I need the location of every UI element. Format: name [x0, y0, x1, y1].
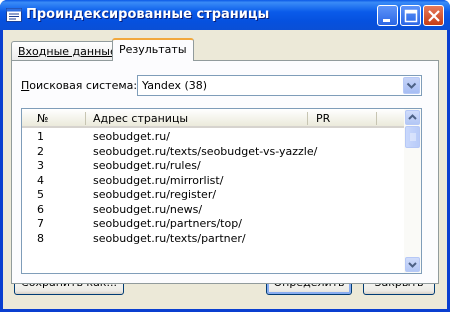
row-number: 2 — [37, 144, 44, 158]
vertical-scrollbar[interactable] — [404, 109, 421, 273]
list-window-icon — [6, 7, 22, 23]
row-url: seobudget.ru/mirrorlist/ — [93, 173, 224, 187]
row-number: 6 — [37, 202, 44, 216]
search-engine-label: Поисковая система: — [21, 79, 138, 92]
list-item[interactable]: 3 seobudget.ru/rules/ — [22, 159, 405, 174]
dialog-client-area: Входные данные Результаты Поисковая сист… — [3, 30, 447, 309]
column-separator[interactable] — [376, 112, 377, 125]
scroll-up-button[interactable] — [405, 110, 420, 125]
search-engine-select[interactable]: Yandex (38) — [137, 75, 422, 96]
maximize-icon — [404, 9, 418, 23]
list-header: № Адрес страницы PR — [22, 109, 405, 128]
column-separator[interactable] — [85, 112, 86, 125]
chevron-up-icon — [408, 114, 417, 120]
close-icon — [428, 10, 440, 22]
column-separator[interactable] — [307, 112, 308, 125]
window-title: Проиндексированные страницы — [26, 7, 270, 22]
row-number: 1 — [37, 130, 44, 143]
list-item[interactable]: 8 seobudget.ru/texts/partner/ — [22, 232, 405, 247]
scroll-down-button[interactable] — [405, 257, 420, 272]
search-engine-value: Yandex (38) — [142, 79, 208, 92]
column-header-number[interactable]: № — [37, 112, 48, 125]
minimize-button[interactable] — [377, 5, 398, 26]
minimize-icon — [383, 19, 390, 22]
row-url: seobudget.ru/rules/ — [93, 159, 201, 172]
tab-label: Результаты — [119, 43, 187, 56]
grip-icon — [410, 133, 416, 141]
row-number: 4 — [37, 173, 44, 187]
row-url: seobudget.ru/ — [93, 130, 170, 143]
row-url: seobudget.ru/news/ — [93, 202, 203, 216]
search-engine-label-text: оисковая система: — [29, 79, 138, 92]
row-url: seobudget.ru/partners/top/ — [93, 217, 242, 230]
list-item[interactable]: 4 seobudget.ru/mirrorlist/ — [22, 174, 405, 189]
dropdown-button[interactable] — [403, 77, 420, 94]
list-rows: 1 seobudget.ru/ 2 seobudget.ru/texts/seobu… — [22, 130, 405, 246]
row-url: seobudget.ru/texts/seobudget-vs-yazzle/ — [93, 144, 318, 158]
column-header-url[interactable]: Адрес страницы — [93, 112, 188, 125]
list-item[interactable]: 5 seobudget.ru/register/ — [22, 188, 405, 203]
list-item[interactable]: 1 seobudget.ru/ — [22, 130, 405, 145]
dialog-window: Проиндексированные страницы Входные данн… — [0, 0, 450, 312]
chevron-down-icon — [408, 262, 417, 268]
list-item[interactable]: 6 seobudget.ru/news/ — [22, 203, 405, 218]
indexed-pages-list[interactable]: № Адрес страницы PR 1 seobudget.ru/ 2 seob… — [21, 108, 422, 274]
title-bar[interactable]: Проиндексированные страницы — [0, 0, 450, 30]
row-number: 7 — [37, 217, 44, 230]
tab-input-data[interactable]: Входные данные — [11, 41, 124, 60]
list-item[interactable]: 2 seobudget.ru/texts/seobudget-vs-yazzle/ — [22, 145, 405, 160]
list-item[interactable]: 7 seobudget.ru/partners/top/ — [22, 217, 405, 232]
row-number: 5 — [37, 188, 44, 201]
close-window-button[interactable] — [423, 5, 444, 26]
tab-results[interactable]: Результаты — [112, 38, 194, 61]
row-url: seobudget.ru/texts/partner/ — [93, 231, 246, 245]
row-url: seobudget.ru/register/ — [93, 188, 217, 201]
column-header-pr[interactable]: PR — [316, 112, 330, 125]
tab-label: Входные данные — [18, 45, 117, 58]
chevron-down-icon — [406, 82, 417, 89]
row-number: 3 — [37, 159, 44, 172]
row-number: 8 — [37, 231, 44, 245]
maximize-button[interactable] — [400, 5, 421, 26]
scrollbar-thumb[interactable] — [405, 126, 420, 148]
